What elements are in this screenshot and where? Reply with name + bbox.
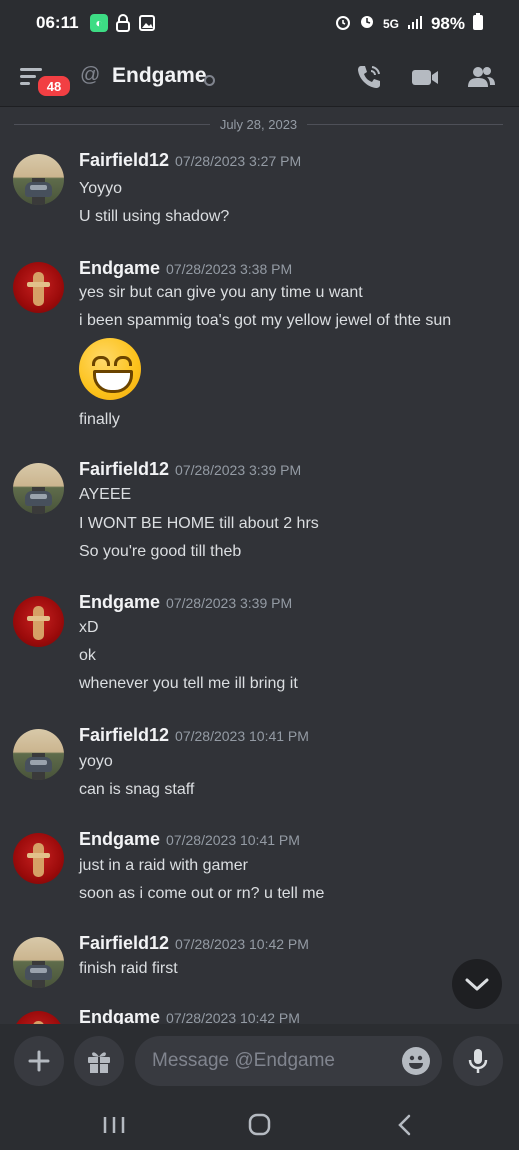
- message-author[interactable]: Fairfield12: [79, 459, 169, 479]
- call-icon: [358, 66, 380, 88]
- back-icon: [398, 1114, 411, 1136]
- at-icon: @: [80, 64, 101, 86]
- status-right: 5G 98%: [335, 13, 483, 35]
- clock-icon: [359, 14, 375, 35]
- gallery-icon: [138, 14, 156, 32]
- home-button[interactable]: [239, 1110, 279, 1140]
- offline-status-icon: [204, 75, 215, 86]
- message-text[interactable]: So you're good till theb: [79, 543, 241, 561]
- attach-button[interactable]: [14, 1036, 64, 1086]
- scroll-to-bottom-button[interactable]: [452, 959, 502, 1009]
- message-author[interactable]: Endgame: [79, 829, 160, 849]
- network-type: 5G: [382, 17, 399, 31]
- alarm-icon: [335, 14, 351, 35]
- message-author[interactable]: Endgame: [79, 258, 160, 278]
- video-icon: [412, 70, 438, 85]
- message-timestamp: 07/28/2023 3:27 PM: [175, 153, 302, 169]
- avatar[interactable]: [13, 1011, 64, 1024]
- message-text[interactable]: i been spammig toa's got my yellow jewel…: [79, 312, 451, 330]
- message-list[interactable]: July 28, 2023 Fairfield12 07/28/2023 3:27…: [0, 106, 519, 1024]
- back-button[interactable]: [385, 1110, 425, 1140]
- message-text[interactable]: just in a raid with gamer: [79, 857, 248, 875]
- message-text[interactable]: can is snag staff: [79, 781, 194, 799]
- battery-level: 98%: [430, 14, 465, 33]
- call-button[interactable]: [354, 62, 384, 92]
- video-call-button[interactable]: [410, 62, 440, 92]
- message-timestamp: 07/28/2023 10:41 PM: [166, 832, 300, 848]
- members-button[interactable]: [466, 62, 496, 92]
- message-text[interactable]: finally: [79, 411, 120, 429]
- message-text[interactable]: Yoyyo: [79, 180, 122, 198]
- battery-icon: [473, 13, 483, 35]
- avatar[interactable]: [13, 154, 64, 205]
- message-text[interactable]: yes sir but can give you any time u want: [79, 284, 363, 302]
- chevron-down-icon: [465, 978, 489, 991]
- avatar[interactable]: [13, 937, 64, 988]
- message-composer: [0, 1024, 519, 1098]
- message-author[interactable]: Fairfield12: [79, 725, 169, 745]
- recents-icon: [103, 1117, 125, 1133]
- message-text[interactable]: finish raid first: [79, 960, 178, 978]
- members-icon: [468, 67, 495, 87]
- message-text[interactable]: ok: [79, 647, 96, 665]
- message-timestamp: 07/28/2023 3:39 PM: [175, 462, 302, 478]
- message-text[interactable]: U still using shadow?: [79, 208, 229, 226]
- gift-button[interactable]: [74, 1036, 124, 1086]
- status-bar: 06:11 ◐ 5G 98%: [0, 0, 519, 48]
- app-notification-icon: ◐: [90, 14, 108, 32]
- message-input[interactable]: [135, 1036, 442, 1086]
- gift-icon: [88, 1052, 110, 1073]
- message-timestamp: 07/28/2023 3:38 PM: [166, 261, 293, 277]
- avatar[interactable]: [13, 262, 64, 313]
- message-text[interactable]: I WONT BE HOME till about 2 hrs: [79, 515, 319, 533]
- message-text[interactable]: soon as i come out or rn? u tell me: [79, 885, 324, 903]
- message-text[interactable]: whenever you tell me ill bring it: [79, 675, 298, 693]
- message-timestamp: 07/28/2023 3:39 PM: [166, 595, 293, 611]
- avatar[interactable]: [13, 729, 64, 780]
- message-timestamp: 07/28/2023 10:42 PM: [166, 1010, 300, 1024]
- microphone-icon: [468, 1049, 488, 1073]
- channel-title[interactable]: Endgame: [112, 64, 207, 88]
- message-author[interactable]: Fairfield12: [79, 150, 169, 170]
- unread-badge: 48: [36, 74, 72, 98]
- emoji-button[interactable]: [402, 1047, 430, 1075]
- date-divider: July 28, 2023: [14, 116, 503, 132]
- message-text[interactable]: AYEEE: [79, 486, 131, 504]
- signal-icon: [407, 14, 423, 34]
- status-time: 06:11: [36, 13, 79, 32]
- message-author[interactable]: Endgame: [79, 1007, 160, 1024]
- message-timestamp: 07/28/2023 10:42 PM: [175, 936, 309, 952]
- lock-icon: [114, 14, 132, 32]
- voice-message-button[interactable]: [453, 1036, 503, 1086]
- avatar[interactable]: [13, 463, 64, 514]
- date-divider-label: July 28, 2023: [219, 116, 298, 132]
- grinning-emoji-icon[interactable]: [79, 338, 141, 400]
- channel-header: 48 @ Endgame: [0, 48, 519, 107]
- message-timestamp: 07/28/2023 10:41 PM: [175, 728, 309, 744]
- emoji-icon: [409, 1055, 423, 1069]
- message-author[interactable]: Endgame: [79, 592, 160, 612]
- avatar[interactable]: [13, 833, 64, 884]
- system-navigation-bar: [0, 1098, 519, 1150]
- message-text[interactable]: yoyo: [79, 753, 113, 771]
- plus-icon: [28, 1050, 50, 1072]
- avatar[interactable]: [13, 596, 64, 647]
- message-author[interactable]: Fairfield12: [79, 933, 169, 953]
- recents-button[interactable]: [94, 1110, 134, 1140]
- home-icon: [248, 1113, 271, 1136]
- status-notification-icons: ◐: [90, 14, 156, 32]
- message-text[interactable]: xD: [79, 619, 99, 637]
- menu-button[interactable]: 48: [20, 62, 72, 98]
